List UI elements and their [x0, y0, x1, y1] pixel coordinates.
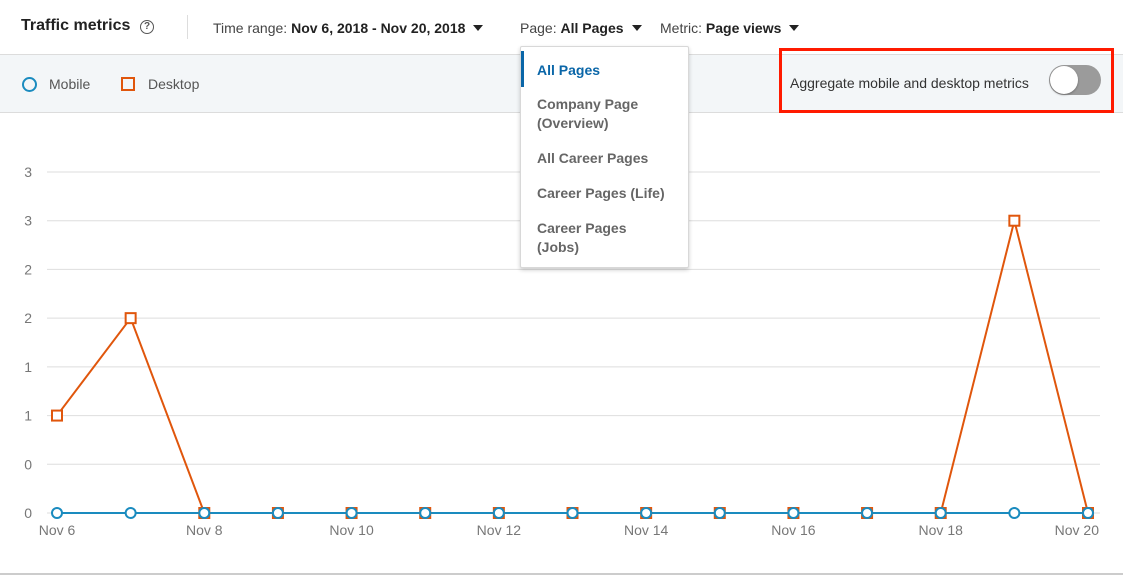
dropdown-option-career-pages-life[interactable]: Career Pages (Life) [537, 184, 687, 203]
x-tick-label: Nov 10 [329, 522, 374, 538]
dropdown-option-company-page[interactable]: Company Page (Overview) [537, 95, 687, 133]
caret-down-icon [631, 25, 642, 31]
metric-label: Metric: [660, 20, 702, 36]
x-tick-label: Nov 14 [624, 522, 669, 538]
x-tick-label: Nov 16 [771, 522, 816, 538]
mobile-point [1082, 507, 1094, 519]
dropdown-option-all-career-pages[interactable]: All Career Pages [537, 149, 687, 168]
x-tick-label: Nov 20 [1055, 522, 1100, 538]
option-label: All Pages [537, 62, 601, 78]
y-tick-label: 3 [24, 213, 32, 229]
caret-down-icon [789, 25, 800, 31]
page-value: All Pages [560, 20, 624, 36]
mobile-point [787, 507, 800, 519]
aggregate-label: Aggregate mobile and desktop metrics [790, 75, 1029, 91]
mobile-point [492, 507, 505, 519]
x-tick-label: Nov 18 [919, 522, 964, 538]
dropdown-option-all-pages[interactable]: All Pages [537, 61, 687, 80]
option-label: All Career Pages [537, 150, 649, 166]
y-tick-label: 1 [24, 408, 32, 424]
option-label: Company Page [537, 96, 639, 112]
toggle-knob [1050, 66, 1078, 94]
page-label: Page: [520, 20, 557, 36]
x-tick-label: Nov 8 [186, 522, 223, 538]
legend-desktop[interactable]: Desktop [148, 76, 199, 92]
mobile-point [198, 507, 211, 519]
mobile-point [1008, 507, 1021, 519]
desktop-point [51, 409, 63, 422]
caret-down-icon [473, 25, 484, 31]
time-range-dropdown[interactable]: Time range: Nov 6, 2018 - Nov 20, 2018 [213, 20, 484, 36]
desktop-point [124, 312, 137, 325]
option-label-line2: (Overview) [537, 115, 609, 131]
option-label: Career Pages [537, 220, 627, 236]
mobile-point [861, 507, 874, 519]
x-tick-label: Nov 12 [477, 522, 522, 538]
mobile-point [271, 507, 284, 519]
metric-value: Page views [705, 20, 782, 36]
dropdown-option-career-pages-jobs[interactable]: Career Pages (Jobs) [537, 219, 687, 257]
desktop-point [1008, 214, 1021, 227]
mobile-point [566, 507, 579, 519]
mobile-circle-icon [22, 77, 37, 92]
metric-dropdown[interactable]: Metric: Page views [660, 20, 800, 36]
mobile-point [124, 507, 137, 519]
mobile-point [345, 507, 358, 519]
mobile-point [713, 507, 726, 519]
page-title: Traffic metrics [21, 17, 131, 34]
y-tick-label: 2 [24, 261, 32, 277]
y-tick-label: 1 [24, 359, 32, 375]
page-dropdown[interactable]: Page: All Pages [520, 20, 642, 36]
mobile-point [934, 507, 947, 519]
question-circle-icon[interactable]: ? [140, 20, 154, 34]
aggregate-toggle[interactable] [1049, 65, 1101, 95]
desktop-square-icon [121, 77, 135, 91]
option-label-line2: (Jobs) [537, 239, 579, 255]
y-tick-label: 3 [24, 164, 32, 180]
x-tick-label: Nov 6 [39, 522, 76, 538]
page-dropdown-menu: All Pages Company Page (Overview) All Ca… [520, 46, 689, 268]
selected-indicator [521, 51, 524, 87]
divider [187, 15, 188, 39]
mobile-point [640, 507, 653, 519]
y-tick-label: 0 [24, 456, 32, 472]
legend-mobile[interactable]: Mobile [49, 76, 90, 92]
y-tick-label: 0 [24, 505, 32, 521]
mobile-point [419, 507, 432, 519]
mobile-point [51, 507, 63, 519]
option-label: Career Pages (Life) [537, 185, 665, 201]
time-range-value: Nov 6, 2018 - Nov 20, 2018 [291, 20, 466, 36]
y-tick-label: 2 [24, 310, 32, 326]
time-range-label: Time range: [213, 20, 288, 36]
